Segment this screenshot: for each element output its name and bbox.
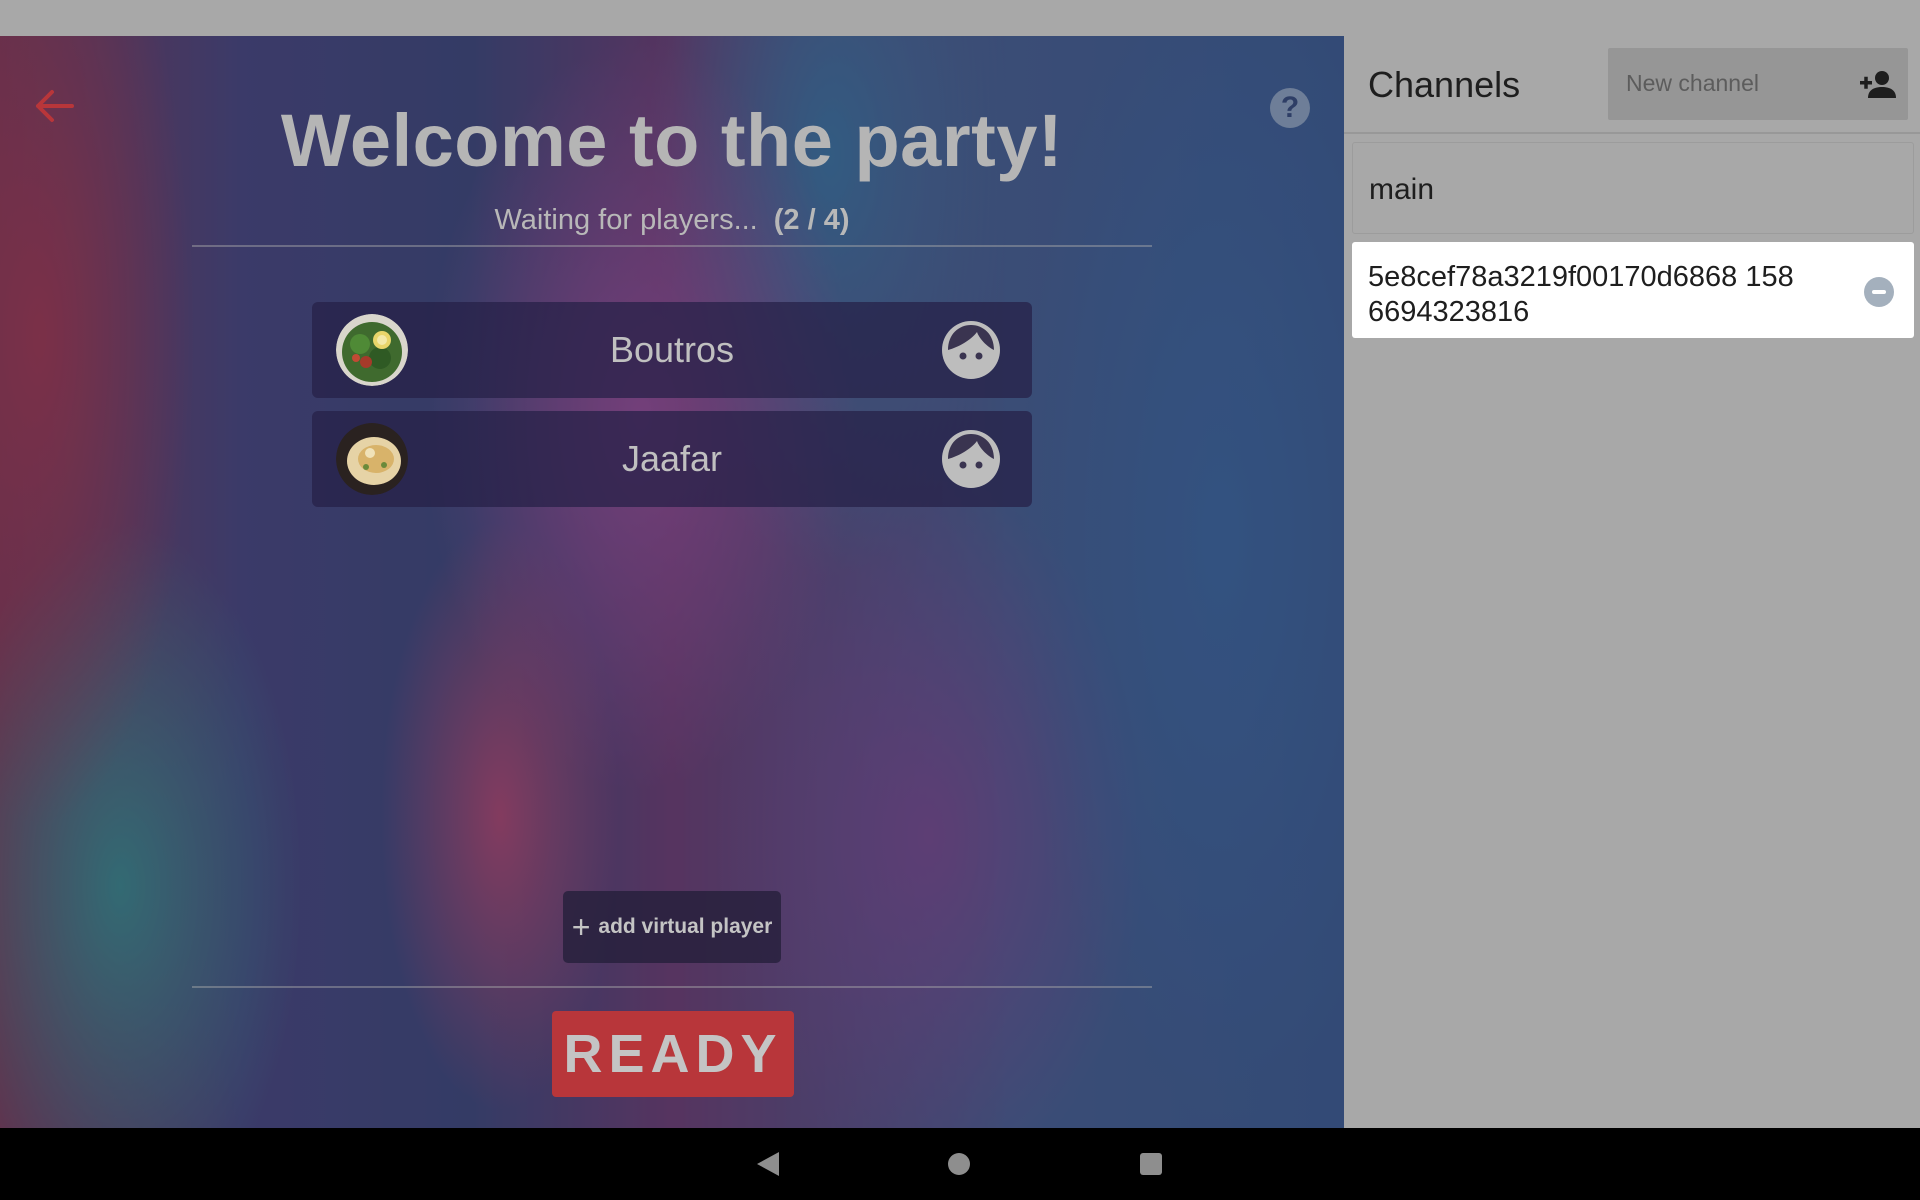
player-card: Boutros bbox=[312, 302, 1032, 398]
player-card: Jaafar bbox=[312, 411, 1032, 507]
page-title: Welcome to the party! bbox=[280, 99, 1064, 182]
nav-home-icon[interactable] bbox=[948, 1153, 970, 1175]
player-name: Jaafar bbox=[621, 438, 723, 479]
channels-panel: Channels New channel main 5e8cef78a3219f… bbox=[1344, 36, 1920, 1128]
channels-title: Channels bbox=[1368, 64, 1521, 105]
divider bbox=[192, 245, 1152, 247]
channels-header: Channels New channel bbox=[1344, 36, 1920, 134]
waiting-text: Waiting for players... bbox=[494, 204, 758, 236]
remove-channel-icon[interactable] bbox=[1864, 277, 1894, 307]
player-name: Boutros bbox=[609, 329, 735, 370]
new-channel-input[interactable]: New channel bbox=[1626, 70, 1759, 97]
human-face-icon bbox=[942, 430, 1000, 488]
ready-button[interactable]: READY bbox=[552, 1011, 794, 1097]
channel-name: 5e8cef78a3219f00170d6868 1586694323816 bbox=[1368, 261, 1794, 328]
player-count: (2 / 4) bbox=[773, 204, 850, 236]
android-nav-bar bbox=[0, 1128, 1920, 1200]
human-face-icon bbox=[942, 321, 1000, 379]
new-channel-field[interactable]: New channel bbox=[1608, 48, 1908, 120]
divider bbox=[192, 986, 1152, 988]
channel-name: main bbox=[1369, 173, 1435, 206]
nav-back-icon[interactable] bbox=[755, 1150, 781, 1178]
plus-icon: + bbox=[571, 909, 591, 945]
add-user-icon[interactable] bbox=[1858, 70, 1898, 100]
game-lobby: Welcome to the party! ? Waiting for play… bbox=[0, 36, 1344, 1128]
dim-overlay bbox=[0, 36, 1344, 1128]
add-virtual-player-label: add virtual player bbox=[598, 915, 773, 938]
add-virtual-player-button[interactable]: + add virtual player bbox=[563, 891, 781, 963]
status-bar bbox=[0, 0, 1920, 36]
waiting-status: Waiting for players... (2 / 4) bbox=[0, 204, 1344, 237]
channel-item-selected[interactable]: 5e8cef78a3219f00170d6868 1586694323816 bbox=[1352, 242, 1914, 338]
help-icon[interactable]: ? bbox=[1270, 88, 1310, 128]
nav-recents-icon[interactable] bbox=[1140, 1153, 1162, 1175]
channel-item-main[interactable]: main bbox=[1352, 142, 1914, 234]
